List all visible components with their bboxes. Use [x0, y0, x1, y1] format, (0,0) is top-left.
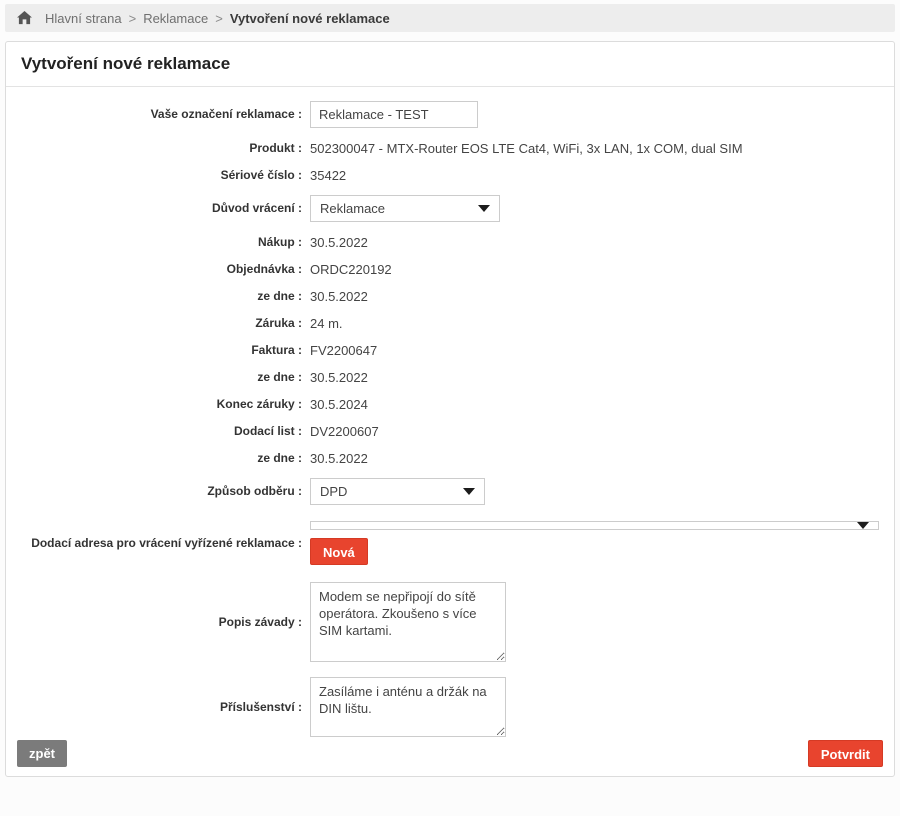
field-label: Důvod vrácení : [18, 201, 310, 216]
breadcrumb-separator: > [215, 11, 223, 26]
claim-form-card: Vytvoření nové reklamace Vaše označení r… [5, 41, 895, 777]
serial-number-value: 35422 [310, 169, 346, 183]
field-row-order: Objednávka : ORDC220192 [18, 262, 879, 277]
field-row-accessories: Příslušenství : Zasíláme i anténu a držá… [18, 677, 879, 737]
confirm-button[interactable]: Potvrdit [808, 740, 883, 767]
field-row-return-address: Dodací adresa pro vrácení vyřízené rekla… [18, 521, 879, 565]
field-label: Popis závady : [18, 615, 310, 630]
field-label: Faktura : [18, 343, 310, 358]
order-value: ORDC220192 [310, 263, 392, 277]
field-label: Vaše označení reklamace : [18, 107, 310, 122]
field-row-designation: Vaše označení reklamace : [18, 101, 879, 128]
field-label: ze dne : [18, 451, 310, 466]
return-reason-selected-value: Reklamace [320, 201, 385, 216]
field-row-return-reason: Důvod vrácení : Reklamace [18, 195, 879, 222]
accessories-textarea[interactable]: Zasíláme i anténu a držák na DIN lištu. [310, 677, 506, 737]
field-label: Produkt : [18, 141, 310, 156]
chevron-down-icon [463, 488, 475, 495]
delivery-note-value: DV2200607 [310, 425, 379, 439]
field-label: Záruka : [18, 316, 310, 331]
field-row-delivery-note: Dodací list : DV2200607 [18, 424, 879, 439]
designation-input[interactable] [310, 101, 478, 128]
breadcrumb-item-reklamace[interactable]: Reklamace [143, 11, 208, 26]
field-label: ze dne : [18, 289, 310, 304]
field-label: Příslušenství : [18, 700, 310, 715]
invoice-value: FV2200647 [310, 344, 377, 358]
field-row-warranty-end: Konec záruky : 30.5.2024 [18, 397, 879, 412]
return-reason-select[interactable]: Reklamace [310, 195, 500, 222]
field-row-defect-description: Popis závady : Modem se nepřipojí do sít… [18, 582, 879, 663]
delivery-note-date-value: 30.5.2022 [310, 452, 368, 466]
field-label: Dodací list : [18, 424, 310, 439]
field-row-warranty: Záruka : 24 m. [18, 316, 879, 331]
breadcrumb: Hlavní strana > Reklamace > Vytvoření no… [5, 4, 895, 32]
warranty-end-value: 30.5.2024 [310, 398, 368, 412]
field-row-invoice: Faktura : FV2200647 [18, 343, 879, 358]
order-date-value: 30.5.2022 [310, 290, 368, 304]
field-row-order-date: ze dne : 30.5.2022 [18, 289, 879, 304]
pickup-method-select[interactable]: DPD [310, 478, 485, 505]
field-row-invoice-date: ze dne : 30.5.2022 [18, 370, 879, 385]
return-address-select[interactable] [310, 521, 879, 530]
form-actions: zpět Potvrdit [6, 740, 894, 776]
home-icon[interactable] [17, 11, 32, 25]
back-button[interactable]: zpět [17, 740, 67, 767]
page-title: Vytvoření nové reklamace [6, 42, 894, 87]
product-value: 502300047 - MTX-Router EOS LTE Cat4, WiF… [310, 142, 743, 156]
field-label: Nákup : [18, 235, 310, 250]
warranty-value: 24 m. [310, 317, 343, 331]
breadcrumb-separator: > [129, 11, 137, 26]
field-row-serial-number: Sériové číslo : 35422 [18, 168, 879, 183]
field-label: Sériové číslo : [18, 168, 310, 183]
chevron-down-icon [857, 522, 869, 529]
field-row-pickup-method: Způsob odběru : DPD [18, 478, 879, 505]
field-label: Způsob odběru : [18, 484, 310, 499]
field-row-delivery-note-date: ze dne : 30.5.2022 [18, 451, 879, 466]
field-row-product: Produkt : 502300047 - MTX-Router EOS LTE… [18, 141, 879, 156]
invoice-date-value: 30.5.2022 [310, 371, 368, 385]
breadcrumb-item-home[interactable]: Hlavní strana [45, 11, 122, 26]
defect-description-textarea[interactable]: Modem se nepřipojí do sítě operátora. Zk… [310, 582, 506, 662]
claim-form: Vaše označení reklamace : Produkt : 5023… [6, 87, 894, 737]
field-label: Konec záruky : [18, 397, 310, 412]
field-label: Dodací adresa pro vrácení vyřízené rekla… [18, 536, 310, 551]
field-label: Objednávka : [18, 262, 310, 277]
field-row-purchase-date: Nákup : 30.5.2022 [18, 235, 879, 250]
new-address-button[interactable]: Nová [310, 538, 368, 565]
pickup-method-selected-value: DPD [320, 484, 347, 499]
chevron-down-icon [478, 205, 490, 212]
purchase-date-value: 30.5.2022 [310, 236, 368, 250]
breadcrumb-item-current: Vytvoření nové reklamace [230, 11, 390, 26]
field-label: ze dne : [18, 370, 310, 385]
